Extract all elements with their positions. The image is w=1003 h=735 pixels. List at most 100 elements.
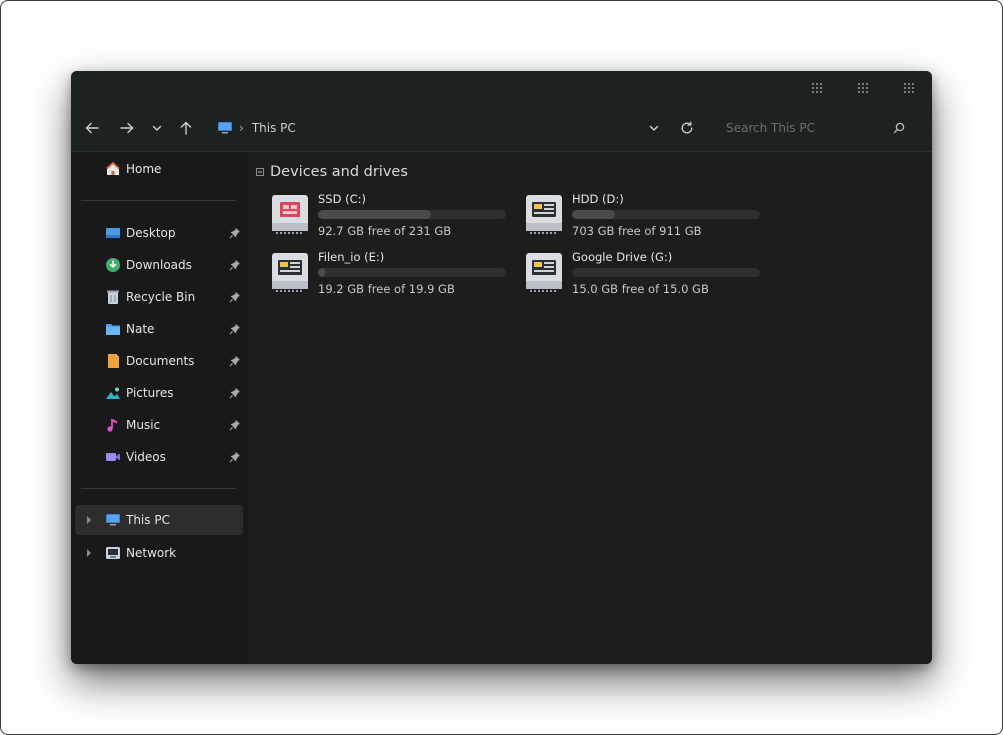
recent-locations-button[interactable] bbox=[145, 116, 169, 140]
drive-usage-bar bbox=[318, 210, 506, 219]
drive-free-space: 703 GB free of 911 GB bbox=[572, 224, 702, 238]
sidebar-item-label: Home bbox=[126, 162, 162, 176]
close-icon bbox=[904, 83, 914, 93]
sidebar-item-downloads[interactable]: Downloads bbox=[71, 251, 248, 279]
cloud-drive-icon bbox=[272, 253, 308, 292]
computer-icon bbox=[218, 122, 232, 134]
sidebar-item-label: Pictures bbox=[126, 386, 174, 400]
sidebar-item-recycle-bin[interactable]: Recycle Bin bbox=[71, 283, 248, 311]
breadcrumb-separator: › bbox=[239, 121, 244, 135]
sidebar-item-network[interactable]: Network bbox=[71, 539, 248, 567]
back-button[interactable] bbox=[80, 116, 104, 140]
pin-icon bbox=[229, 260, 240, 271]
drive-item-d[interactable]: HDD (D:) 703 GB free of 911 GB bbox=[524, 192, 774, 244]
pin-icon bbox=[229, 388, 240, 399]
forward-button[interactable] bbox=[115, 116, 139, 140]
breadcrumb[interactable]: › This PC bbox=[217, 116, 296, 140]
drive-usage-fill bbox=[572, 210, 615, 219]
collapse-icon[interactable] bbox=[256, 168, 264, 176]
navigation-pane: Home Desktop Downloads Recycle Bin Nate … bbox=[71, 152, 248, 664]
search-box[interactable]: Search This PC bbox=[716, 113, 916, 143]
drive-usage-bar bbox=[318, 268, 506, 277]
arrow-right-icon bbox=[120, 122, 134, 134]
pin-icon bbox=[229, 324, 240, 335]
divider bbox=[81, 200, 236, 201]
drive-name: Google Drive (G:) bbox=[572, 250, 673, 264]
sidebar-item-nate[interactable]: Nate bbox=[71, 315, 248, 343]
home-icon bbox=[105, 161, 121, 177]
hdd-drive-icon bbox=[526, 195, 562, 234]
sidebar-item-pictures[interactable]: Pictures bbox=[71, 379, 248, 407]
drive-usage-bar bbox=[572, 210, 760, 219]
refresh-icon bbox=[681, 121, 693, 134]
close-button[interactable] bbox=[900, 79, 918, 97]
drive-free-space: 19.2 GB free of 19.9 GB bbox=[318, 282, 455, 296]
breadcrumb-location[interactable]: This PC bbox=[252, 121, 296, 135]
sidebar-item-label: This PC bbox=[126, 513, 170, 527]
pin-icon bbox=[229, 228, 240, 239]
drive-name: SSD (C:) bbox=[318, 192, 366, 206]
content-pane: Devices and drives SSD (C:) 92.7 GB free… bbox=[248, 152, 932, 664]
drive-item-e[interactable]: Filen_io (E:) 19.2 GB free of 19.9 GB bbox=[270, 250, 520, 302]
sidebar-item-label: Videos bbox=[126, 450, 166, 464]
navigation-toolbar: › This PC Search This PC bbox=[71, 105, 932, 152]
pin-icon bbox=[229, 356, 240, 367]
cloud-drive-icon bbox=[526, 253, 562, 292]
divider bbox=[81, 488, 236, 489]
sidebar-item-label: Downloads bbox=[126, 258, 192, 272]
sidebar-item-videos[interactable]: Videos bbox=[71, 443, 248, 471]
music-icon bbox=[105, 417, 121, 433]
sidebar-item-music[interactable]: Music bbox=[71, 411, 248, 439]
chevron-down-icon bbox=[152, 125, 162, 131]
videos-icon bbox=[105, 449, 121, 465]
pictures-icon bbox=[105, 385, 121, 401]
sidebar-item-label: Music bbox=[126, 418, 161, 432]
sidebar-item-home[interactable]: Home bbox=[71, 155, 248, 183]
maximize-icon bbox=[858, 83, 868, 93]
drive-usage-bar bbox=[572, 268, 760, 277]
downloads-icon bbox=[105, 257, 121, 273]
drive-name: Filen_io (E:) bbox=[318, 250, 385, 264]
pin-icon bbox=[229, 292, 240, 303]
drive-item-c[interactable]: SSD (C:) 92.7 GB free of 231 GB bbox=[270, 192, 520, 244]
sidebar-item-label: Documents bbox=[126, 354, 195, 368]
sidebar-item-label: Desktop bbox=[126, 226, 176, 240]
arrow-left-icon bbox=[85, 122, 99, 134]
file-explorer-window: › This PC Search This PC Home Desktop Do… bbox=[71, 71, 932, 664]
recycle-bin-icon bbox=[105, 289, 121, 305]
sidebar-item-documents[interactable]: Documents bbox=[71, 347, 248, 375]
drive-name: HDD (D:) bbox=[572, 192, 624, 206]
chevron-right-icon[interactable] bbox=[85, 515, 93, 525]
refresh-button[interactable] bbox=[675, 116, 699, 140]
maximize-button[interactable] bbox=[854, 79, 872, 97]
documents-icon bbox=[105, 353, 121, 369]
drive-free-space: 15.0 GB free of 15.0 GB bbox=[572, 282, 709, 296]
drive-usage-fill bbox=[318, 268, 325, 277]
address-history-button[interactable] bbox=[642, 116, 666, 140]
desktop-icon bbox=[105, 225, 121, 241]
computer-icon bbox=[105, 512, 121, 528]
folder-icon bbox=[105, 321, 121, 337]
drive-usage-fill bbox=[318, 210, 431, 219]
section-title: Devices and drives bbox=[270, 164, 408, 180]
up-button[interactable] bbox=[174, 116, 198, 140]
arrow-up-icon bbox=[180, 121, 192, 135]
sidebar-item-label: Recycle Bin bbox=[126, 290, 196, 304]
drive-item-g[interactable]: Google Drive (G:) 15.0 GB free of 15.0 G… bbox=[524, 250, 774, 302]
title-bar[interactable] bbox=[71, 71, 932, 105]
pin-icon bbox=[229, 452, 240, 463]
drive-free-space: 92.7 GB free of 231 GB bbox=[318, 224, 452, 238]
chevron-down-icon bbox=[649, 125, 659, 131]
sidebar-item-label: Network bbox=[126, 546, 177, 560]
chevron-right-icon[interactable] bbox=[85, 548, 93, 558]
minimize-button[interactable] bbox=[808, 79, 826, 97]
pin-icon bbox=[229, 420, 240, 431]
search-input[interactable]: Search This PC bbox=[726, 121, 815, 135]
ssd-drive-icon bbox=[272, 195, 308, 234]
search-icon bbox=[893, 122, 905, 134]
sidebar-item-this-pc[interactable]: This PC bbox=[75, 505, 243, 535]
sidebar-item-desktop[interactable]: Desktop bbox=[71, 219, 248, 247]
network-icon bbox=[105, 545, 121, 561]
sidebar-item-label: Nate bbox=[126, 322, 155, 336]
devices-section-header[interactable]: Devices and drives bbox=[256, 164, 408, 180]
